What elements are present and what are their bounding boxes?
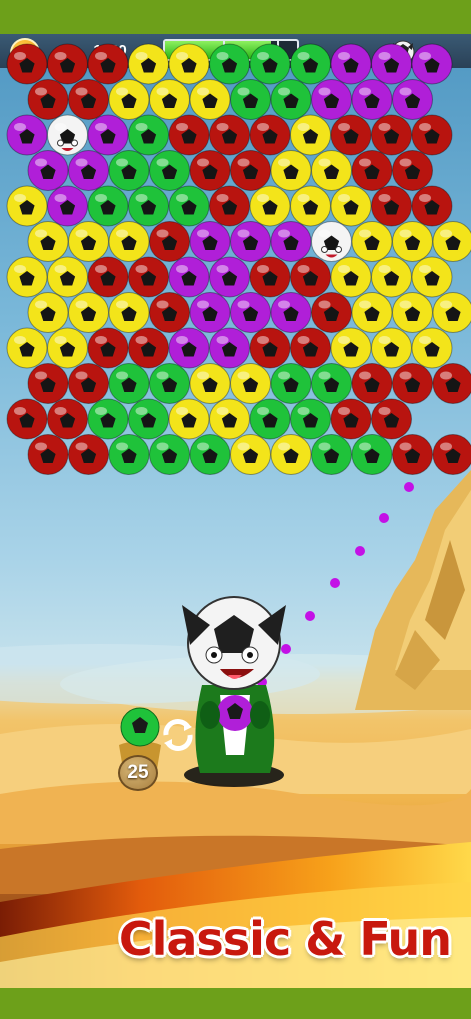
game-screen: ❚❚ 1760 ★ ★ ★ 1/4 25 Classic & Fun: [0, 0, 471, 1019]
aim-dot: [379, 513, 389, 523]
tagline: Classic & Fun: [118, 912, 452, 966]
aim-dot: [404, 482, 414, 492]
aim-dot: [355, 546, 365, 556]
bottom-border: [0, 988, 471, 1019]
swap-arrows-icon[interactable]: [158, 715, 198, 755]
shots-remaining-badge: 25: [118, 755, 158, 791]
aim-dot: [330, 578, 340, 588]
aim-dot: [305, 611, 315, 621]
mascot-shooter[interactable]: [170, 595, 300, 795]
